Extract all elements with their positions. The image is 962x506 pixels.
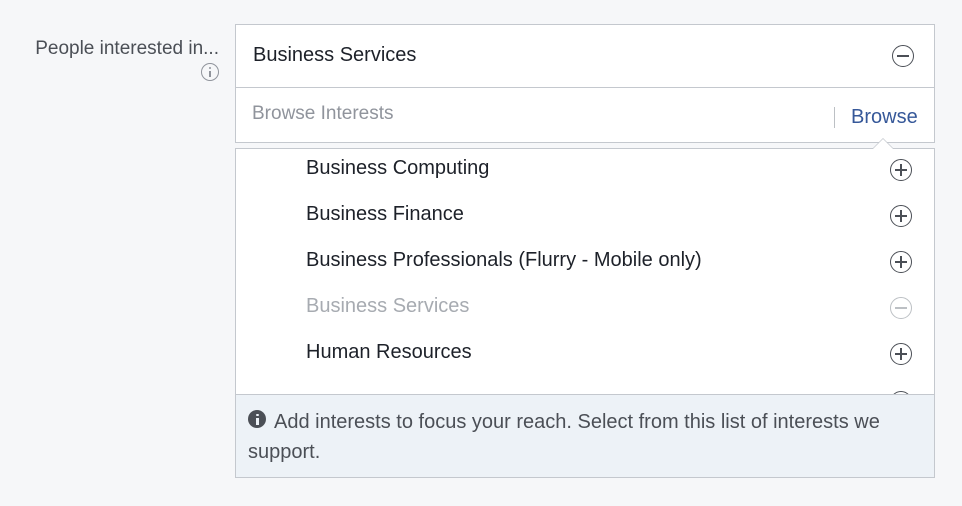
list-item[interactable]: Human Resources	[236, 333, 934, 379]
plus-circle-icon[interactable]	[890, 343, 912, 365]
selected-interest-label: Business Services	[253, 44, 417, 66]
help-panel: Add interests to focus your reach. Selec…	[236, 394, 934, 477]
list-item[interactable]: Business Finance	[236, 195, 934, 241]
search-divider	[834, 107, 835, 128]
minus-circle-icon[interactable]	[892, 45, 914, 67]
interest-suggestions-dropdown: Business Computing Business Finance Busi…	[235, 138, 935, 478]
minus-circle-icon[interactable]	[890, 297, 912, 319]
info-outline-icon[interactable]	[201, 63, 219, 81]
list-item-label: Human Resources	[306, 341, 472, 363]
suggestion-list[interactable]: Business Computing Business Finance Busi…	[236, 149, 934, 394]
plus-circle-icon[interactable]	[890, 205, 912, 227]
list-item[interactable]: Business Professionals (Flurry - Mobile …	[236, 241, 934, 287]
list-item-label: Business Finance	[306, 203, 464, 225]
field-label-text: People interested in...	[35, 38, 219, 59]
interest-search-row: Browse	[235, 88, 935, 143]
list-item-partial	[236, 381, 934, 394]
list-item[interactable]: Business Computing	[236, 149, 934, 195]
list-item-label: Business Computing	[306, 157, 490, 179]
selected-interest-row: Business Services	[235, 24, 935, 88]
browse-button[interactable]: Browse	[851, 106, 918, 129]
interest-search-input[interactable]	[252, 98, 812, 130]
list-item-label: Business Services	[306, 295, 470, 317]
help-text: Add interests to focus your reach. Selec…	[248, 411, 880, 463]
plus-circle-icon[interactable]	[890, 159, 912, 181]
list-item-selected[interactable]: Business Services	[236, 287, 934, 333]
field-label: People interested in...	[14, 36, 219, 88]
list-item-label: Business Professionals (Flurry - Mobile …	[306, 249, 702, 271]
plus-circle-icon[interactable]	[890, 251, 912, 273]
